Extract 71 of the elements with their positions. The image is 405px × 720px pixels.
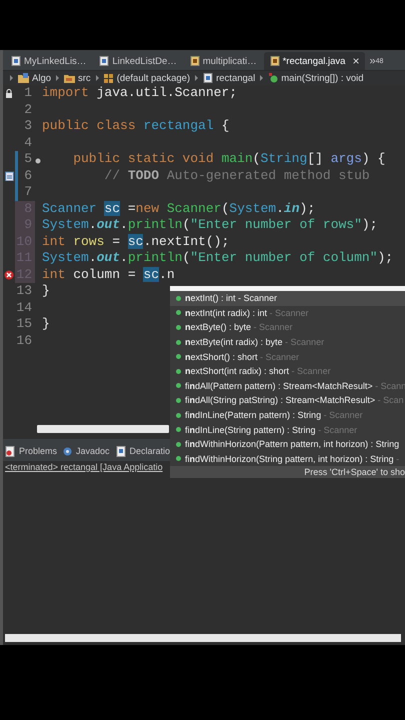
breadcrumb-item[interactable]: (default package) — [104, 72, 190, 84]
horizontal-scrollbar[interactable] — [5, 634, 401, 642]
method-icon — [176, 296, 181, 301]
file-icon — [99, 56, 110, 66]
folder-icon — [64, 73, 76, 83]
completion-item[interactable]: nextInt(int radix) : int - Scanner — [170, 306, 405, 320]
code-line: int rows = sc.nextInt(); — [41, 234, 230, 250]
method-icon — [176, 324, 181, 330]
code-line: // TODO Auto-generated method stub — [103, 168, 370, 184]
view-tab[interactable]: Javadoc — [63, 446, 110, 456]
breadcrumb-item[interactable]: rectangal — [203, 72, 256, 84]
method-icon — [176, 398, 181, 403]
line-number: 14 — [15, 300, 33, 316]
completion-item[interactable]: nextByte() : byte - Scanner — [170, 320, 405, 335]
code-line: public class rectangal { — [41, 118, 230, 134]
error-icon — [4, 270, 14, 280]
line-number: 15 — [15, 316, 33, 332]
lock-icon — [5, 88, 13, 98]
code-line: public static void main(String[] args) { — [72, 151, 386, 168]
view-tab[interactable]: Problems — [5, 446, 58, 456]
close-icon[interactable]: × — [352, 54, 360, 68]
completion-item[interactable]: nextInt() : int - Scanner — [170, 291, 405, 306]
method-icon — [176, 383, 181, 388]
method-icon — [268, 73, 278, 83]
method-icon — [176, 340, 181, 345]
problems-icon — [5, 446, 15, 456]
method-icon — [176, 442, 181, 447]
file-icon — [11, 56, 21, 66]
completion-item[interactable]: findInLine(String pattern) : String - Scanner — [170, 422, 405, 437]
folder-icon — [18, 73, 29, 83]
code-line: int column = sc.n — [41, 266, 175, 283]
code-line: System.out.println("Enter number of column"); — [41, 250, 394, 266]
console-header: <terminated> rectangal [Java Applicatio — [4, 461, 164, 473]
code-line: System.out.println("Enter number of rows"); — [41, 217, 378, 234]
horizontal-scrollbar[interactable] — [37, 425, 169, 433]
method-icon — [176, 310, 181, 316]
package-icon — [104, 73, 114, 83]
file-icon — [190, 56, 200, 66]
breadcrumb-item[interactable]: main(String[]) : void — [268, 72, 364, 84]
document-icon — [116, 446, 126, 456]
clipboard-icon — [5, 170, 14, 180]
code-line: } — [41, 283, 50, 300]
code-line: Scanner sc =new Scanner(System.in); — [41, 200, 316, 217]
line-number: 13 — [15, 283, 33, 300]
completion-item[interactable]: findWithinHorizon(String pattern, int horizon) : String - — [170, 452, 405, 466]
completion-item[interactable]: findAll(String patString) : Stream<MatchResult> - Scan — [170, 393, 405, 408]
code-line: } — [41, 316, 50, 332]
dot-icon — [35, 158, 41, 164]
completion-item[interactable]: findInLine(Pattern pattern) : String - Scanner — [170, 408, 405, 422]
breadcrumb-item[interactable]: Algo — [18, 72, 52, 84]
hint-text: Press 'Ctrl+Space' to sho — [170, 466, 405, 478]
code-line: import java.util.Scanner; — [41, 85, 238, 102]
completion-item[interactable]: findWithinHorizon(Pattern pattern, int horizon) : String — [170, 436, 405, 452]
view-tab[interactable]: Declaratio — [116, 446, 170, 456]
file-icon — [270, 56, 280, 66]
line-number: 16 — [15, 332, 33, 349]
method-icon — [176, 354, 181, 360]
method-icon — [176, 412, 181, 418]
line-number: 2 — [23, 102, 33, 118]
completion-item[interactable]: nextShort(int radix) : short - Scanner — [170, 364, 405, 379]
completion-item[interactable]: nextByte(int radix) : byte - Scanner — [170, 334, 405, 350]
method-icon — [176, 368, 181, 374]
method-icon — [176, 427, 181, 432]
breadcrumb-item[interactable]: src — [64, 72, 91, 84]
line-number: 4 — [23, 134, 33, 151]
line-number: 1 — [23, 85, 33, 102]
completion-item[interactable]: nextShort() : short - Scanner — [170, 349, 405, 364]
method-icon — [176, 456, 181, 462]
file-icon — [203, 73, 214, 83]
line-number: 3 — [23, 118, 33, 134]
editor-tab[interactable]: *rectangal.java × — [264, 52, 366, 70]
